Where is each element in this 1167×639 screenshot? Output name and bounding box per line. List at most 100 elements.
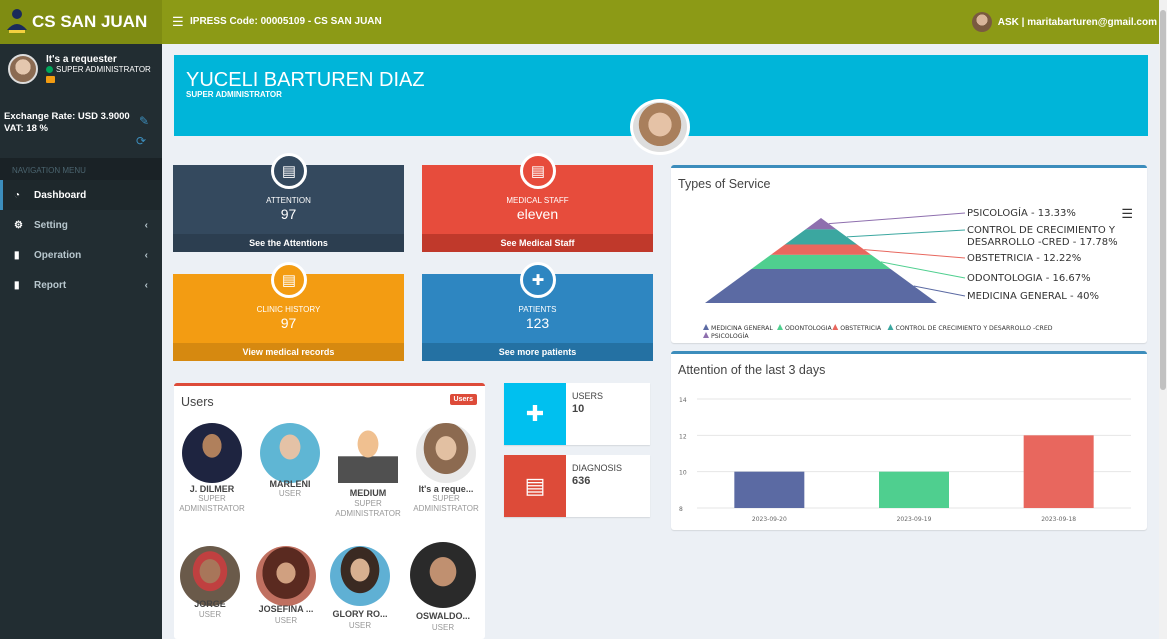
pyramid-slice [705,269,937,303]
user-name[interactable]: GLORY RO... [320,609,400,619]
bar-chart: 8 10 12 14 2023-09-20 2023-09-19 2023-09-18 [679,397,1131,523]
profile-name: YUCELI BARTUREN DIAZ [186,69,425,91]
tile-value: 97 [280,206,297,222]
x-tick-label: 2023-09-19 [897,516,932,523]
pyramid-chart: PSICOLOGÍA - 13.33% CONTROL DE CRECIMIENT… [703,206,1118,340]
user-name[interactable]: JORGE [170,599,250,609]
see-medical-staff-link[interactable]: See Medical Staff [422,234,653,252]
avatar [971,12,992,32]
users-infobox[interactable]: ✚ USERS 10 [504,383,650,445]
legend-label: PSICOLOGÍA [711,331,749,340]
clipboard-icon: ▤ [271,153,307,189]
scrollbar-thumb[interactable] [1160,10,1166,390]
pyramid-slice [770,244,872,255]
legend-marker [832,324,839,330]
user-role: USER [431,623,455,632]
refresh-icon[interactable]: ⟳ [136,134,146,148]
avatar [8,54,38,84]
user-name[interactable]: MARLENI [250,479,330,489]
sidebar-item-operation[interactable]: ▮ Operation ‹ [0,240,162,270]
tile-value: 123 [525,315,550,331]
y-tick-label: 14 [679,397,687,404]
support-agent-icon[interactable] [338,423,398,483]
user-role: SUPER [198,494,226,503]
user-role: ADMINISTRATOR [413,504,479,513]
avatar[interactable] [182,423,242,483]
pyramid-connector [846,229,966,238]
user-name[interactable]: J. DILMER [172,484,252,494]
pyramid-label: PSICOLOGÍA - 13.33% [967,206,1076,219]
clipboard-icon: ▤ [271,262,307,298]
avatar[interactable] [330,546,390,606]
x-tick-label: 2023-09-20 [752,516,787,523]
page-scrollbar[interactable] [1159,0,1167,639]
legend-label: MEDICINA GENERAL [711,325,773,332]
patients-tile: ✚ PATIENTS 123 See more patients [422,262,653,361]
user-name[interactable]: MEDIUM [328,488,408,498]
chevron-left-icon: ‹ [144,279,148,291]
user-name[interactable]: OSWALDO... [403,611,483,621]
infobox-value: 636 [572,475,591,487]
user-role: ADMINISTRATOR [335,509,401,518]
avatar[interactable] [260,423,320,483]
pyramid-label: MEDICINA GENERAL - 40% [967,291,1099,302]
pyramid-slice [751,254,891,269]
user-role: ADMINISTRATOR [179,504,245,513]
file-icon: ▮ [14,249,20,261]
pyramid-label: ODONTOLOGIA - 16.67% [967,273,1091,284]
y-tick-label: 12 [679,433,687,440]
avatar[interactable] [416,423,476,483]
add-user-icon: ✚ [520,262,556,298]
top-navbar: CS SAN JUAN ☰ IPRESS Code: 00005109 - CS… [0,0,1167,44]
bar [879,471,949,508]
file-icon: ▮ [14,279,20,291]
user-role: USER [278,489,302,498]
sidebar-item-dashboard[interactable]: ◔ Dashboard [0,180,162,210]
bar [1023,435,1094,508]
tile-label: ATTENTION [266,196,311,205]
pyramid-label: CONTROL DE CRECIMIENTO Y [967,225,1116,236]
view-medical-records-link[interactable]: View medical records [173,343,404,361]
sidebar-item-label: Report [34,279,67,291]
sidebar-user-name: It's a requester [46,54,117,65]
avatar[interactable] [180,546,240,606]
user-name[interactable]: JOSEFINA ... [246,604,326,614]
sidebar-user-panel: It's a requester SUPER ADMINISTRATOR [8,54,151,84]
sidebar: It's a requester SUPER ADMINISTRATOR Exc… [0,44,162,639]
bar [734,471,805,508]
document-icon: ▤ [520,153,556,189]
lock-icon[interactable] [46,76,55,83]
see-attentions-link[interactable]: See the Attentions [173,234,404,252]
diagnosis-infobox[interactable]: ▤ DIAGNOSIS 636 [504,455,650,517]
sidebar-item-report[interactable]: ▮ Report ‹ [0,270,162,300]
brand-logo[interactable]: CS SAN JUAN [0,0,162,44]
user-role: USER [198,610,222,619]
exchange-rate: Exchange Rate: USD 3.9000 [4,111,130,122]
sidebar-item-setting[interactable]: ⚙ Setting ‹ [0,210,162,240]
cogs-icon: ⚙ [14,219,23,231]
attention-last-days-card: Attention of the last 3 days 8 10 12 14 2023… [671,351,1147,530]
y-tick-label: 8 [679,506,683,513]
legend-marker [703,332,709,338]
user-menu[interactable]: ASK | maritabarturen@gmail.com [971,12,1157,32]
dashboard-icon: ◔ [14,189,21,201]
pencil-icon[interactable]: ✎ [139,114,149,128]
sidebar-user-role: SUPER ADMINISTRATOR [56,65,151,74]
users-card: Users Users J. DILMER SUPER ADMINISTRATO… [174,383,485,639]
avatar[interactable] [410,542,476,608]
app-title: CS SAN JUAN [32,12,148,31]
avatar[interactable] [256,546,316,606]
menu-toggle-icon[interactable]: ☰ [172,14,184,30]
chevron-left-icon: ‹ [144,219,148,231]
tile-label: MEDICAL STAFF [506,196,569,205]
legend-label: CONTROL DE CRECIMIENTO Y DESARROLLO -CRE… [896,325,1053,332]
profile-avatar [630,99,690,155]
infobox-value: 10 [572,403,585,415]
chevron-left-icon: ‹ [144,249,148,261]
user-name[interactable]: It's a reque... [406,484,486,494]
user-role: USER [274,616,298,625]
infobox-label: USERS [572,391,604,401]
see-more-patients-link[interactable]: See more patients [422,343,653,361]
add-user-icon: ✚ [504,383,566,445]
y-tick-label: 10 [679,470,687,477]
